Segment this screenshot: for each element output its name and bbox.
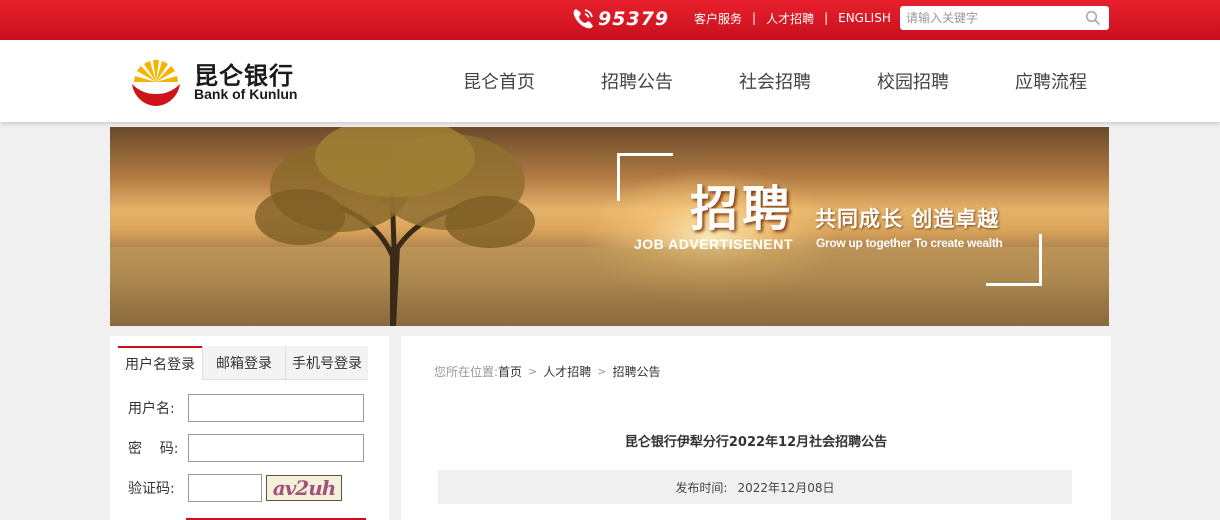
login-tabs: 用户名登录 邮箱登录 手机号登录	[118, 346, 368, 380]
recruitment-link[interactable]: 人才招聘	[766, 10, 814, 27]
top-links: 客户服务 | 人才招聘 | ENGLISH	[694, 0, 891, 36]
nav-item-campus-recruitment[interactable]: 校园招聘	[844, 40, 982, 122]
tab-phone-login[interactable]: 手机号登录	[285, 346, 368, 380]
captcha-input[interactable]	[188, 474, 262, 502]
password-row: 密 码:	[128, 433, 364, 463]
publish-info-bar: 发布时间: 2022年12月08日	[438, 470, 1072, 504]
publish-date: 2022年12月08日	[737, 480, 835, 495]
header: 昆仑银行 Bank of Kunlun 昆仑首页 招聘公告 社会招聘 校园招聘 …	[0, 40, 1220, 122]
customer-service-link[interactable]: 客户服务	[694, 10, 742, 27]
publish-label: 发布时间:	[675, 480, 728, 495]
breadcrumb-arrow: >	[597, 365, 607, 378]
article-title: 昆仑银行伊犁分行2022年12月社会招聘公告	[624, 435, 888, 450]
hotline: 95379	[570, 5, 669, 33]
breadcrumb-recruitment[interactable]: 人才招聘	[543, 363, 591, 380]
recruitment-banner: 招聘 共同成长 创造卓越 JOB ADVERTISENENT Grow up t…	[110, 127, 1109, 326]
breadcrumb-announcements[interactable]: 招聘公告	[613, 363, 661, 380]
password-label: 密 码:	[128, 441, 179, 457]
password-input[interactable]	[188, 434, 364, 462]
search-box	[900, 6, 1109, 30]
breadcrumb: 您所在位置: 首页 > 人才招聘 > 招聘公告	[434, 363, 661, 380]
breadcrumb-prefix: 您所在位置:	[434, 365, 499, 379]
banner-title: 招聘	[690, 181, 795, 237]
breadcrumb-home[interactable]: 首页	[498, 363, 522, 380]
breadcrumb-arrow: >	[528, 365, 538, 378]
english-link[interactable]: ENGLISH	[838, 11, 891, 25]
captcha-label: 验证码:	[128, 481, 175, 497]
phone-icon	[573, 9, 593, 29]
nav-item-home[interactable]: 昆仑首页	[430, 40, 568, 122]
tab-email-login[interactable]: 邮箱登录	[202, 346, 285, 380]
tree-icon	[255, 127, 535, 326]
username-label: 用户名:	[128, 401, 175, 417]
banner-en-title: JOB ADVERTISENENT	[634, 236, 793, 252]
login-panel: 用户名登录 邮箱登录 手机号登录 用户名: 密 码: 验证码: av2uh	[110, 336, 389, 520]
top-bar: 95379 客户服务 | 人才招聘 | ENGLISH	[0, 0, 1220, 40]
logo[interactable]: 昆仑银行 Bank of Kunlun	[128, 52, 308, 110]
main-nav: 昆仑首页 招聘公告 社会招聘 校园招聘 应聘流程	[430, 40, 1120, 122]
captcha-image[interactable]: av2uh	[266, 475, 342, 501]
username-input[interactable]	[188, 394, 364, 422]
username-row: 用户名:	[128, 393, 364, 423]
separator: |	[752, 11, 757, 25]
nav-item-application-process[interactable]: 应聘流程	[982, 40, 1120, 122]
search-icon[interactable]	[1085, 10, 1101, 26]
separator: |	[824, 11, 829, 25]
tab-username-login[interactable]: 用户名登录	[118, 346, 202, 380]
banner-slogan: 共同成长 创造卓越	[815, 207, 1000, 231]
logo-text-en: Bank of Kunlun	[194, 86, 298, 102]
banner-bracket-top-left	[617, 153, 673, 201]
nav-item-social-recruitment[interactable]: 社会招聘	[706, 40, 844, 122]
captcha-row: 验证码: av2uh	[128, 473, 342, 503]
kunlun-logo-icon	[132, 59, 180, 106]
hotline-number: 95379	[598, 8, 670, 30]
nav-item-announcements[interactable]: 招聘公告	[568, 40, 706, 122]
search-input[interactable]	[900, 6, 1080, 30]
content-panel: 您所在位置: 首页 > 人才招聘 > 招聘公告 昆仑银行伊犁分行2022年12月…	[401, 336, 1111, 520]
banner-en-slogan: Grow up together To create wealth	[816, 236, 1003, 250]
